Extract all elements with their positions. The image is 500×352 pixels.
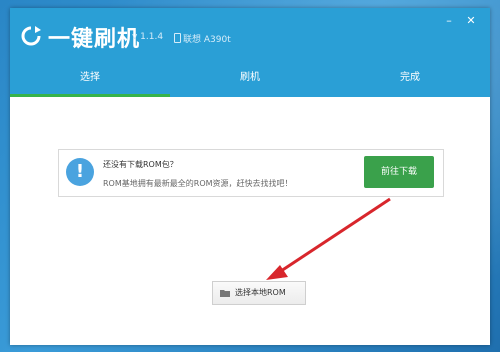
minimize-button[interactable]: – xyxy=(442,15,456,27)
version-label: v 1.1.4 xyxy=(132,32,164,42)
info-icon: ! xyxy=(66,158,94,186)
info-icon-glyph: ! xyxy=(75,161,85,182)
close-button[interactable]: ✕ xyxy=(464,15,478,27)
goto-download-button[interactable]: 前往下载 xyxy=(364,156,434,188)
title-bar: 一键刷机 v 1.1.4 联想 A390t – ✕ xyxy=(10,8,490,63)
app-title: 一键刷机 xyxy=(48,27,141,52)
app-window: 一键刷机 v 1.1.4 联想 A390t – ✕ 选择 刷机 完成 ! 还没有… xyxy=(10,8,490,345)
rom-question: 还没有下载ROM包？ xyxy=(103,160,178,169)
phone-icon xyxy=(174,33,181,43)
step-tabs: 选择 刷机 完成 xyxy=(10,63,490,97)
baidu-watermark: Bai经验 jingyan.baidu.com xyxy=(362,305,492,345)
device-label: 联想 A390t xyxy=(174,32,231,45)
local-rom-label: 选择本地ROM xyxy=(235,288,286,297)
rom-description: ROM基地拥有最新最全的ROM资源，赶快去找找吧！ xyxy=(103,179,293,188)
refresh-logo-icon xyxy=(21,26,41,46)
folder-icon xyxy=(220,290,230,297)
watermark-text: Bai经验 xyxy=(362,307,419,325)
watermark-sub: jingyan.baidu.com xyxy=(390,327,455,335)
tab-select[interactable]: 选择 xyxy=(10,63,170,97)
tab-flash[interactable]: 刷机 xyxy=(170,63,330,97)
rom-download-card: ! 还没有下载ROM包？ ROM基地拥有最新最全的ROM资源，赶快去找找吧！ 前… xyxy=(58,149,444,197)
tab-done[interactable]: 完成 xyxy=(330,63,490,97)
device-name: 联想 A390t xyxy=(183,35,231,45)
select-local-rom-button[interactable]: 选择本地ROM xyxy=(212,281,306,305)
